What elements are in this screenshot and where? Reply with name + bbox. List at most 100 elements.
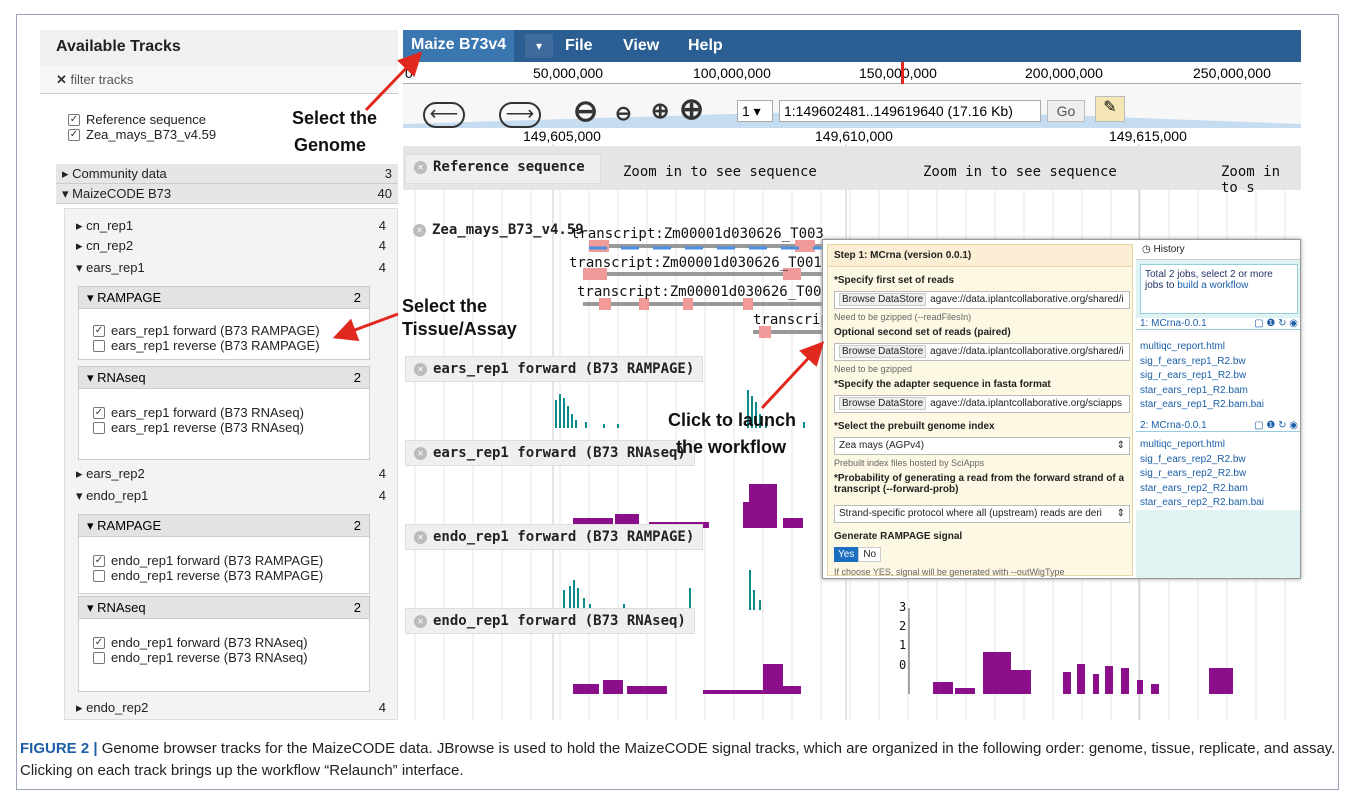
box-header[interactable]: ▾ RAMPAGE 2 — [79, 287, 369, 309]
adapter-input[interactable]: Browse DataStore agave://data.iplantcolla… — [834, 395, 1130, 413]
zoom-out-icon[interactable]: ⊖ — [615, 101, 632, 126]
workflow-step-form: Step 1: MCrna (version 0.0.1) *Specify f… — [827, 244, 1133, 577]
close-icon[interactable]: ✕ — [56, 72, 67, 87]
track-label[interactable]: ✕ Zea_mays_B73_v4.59 — [405, 218, 592, 244]
scale-tick: 149,610,000 — [815, 128, 893, 144]
close-icon: ✕ — [414, 362, 427, 376]
chevron-down-icon[interactable]: ▾ — [525, 34, 553, 58]
signal-bar — [759, 600, 761, 610]
signal-bar — [763, 664, 783, 694]
field-note: Need to be gzipped (--readFilesIn) — [834, 312, 972, 322]
rampage-toggle[interactable]: Yes No — [834, 547, 882, 562]
signal-bar — [1121, 668, 1129, 694]
menu-view[interactable]: View — [623, 37, 659, 55]
track-label[interactable]: ✕ ears_rep1 forward (B73 RNAseq) — [405, 440, 695, 466]
signal-bar — [955, 688, 975, 694]
zoom-out-large-icon[interactable]: ⊖ — [573, 94, 598, 129]
y-tick: 3 — [899, 600, 907, 614]
signal-bar — [783, 518, 803, 528]
ref-seq-select[interactable]: 1 ▾ — [737, 100, 773, 122]
output-file-link[interactable]: multiqc_report.html — [1140, 438, 1264, 453]
signal-bar — [617, 424, 619, 428]
track-label[interactable]: ✕ endo_rep1 forward (B73 RNAseq) — [405, 608, 695, 634]
location-input[interactable]: 1:149602481..149619640 (17.16 Kb) — [779, 100, 1041, 122]
y-tick: 1 — [899, 638, 907, 652]
job-header[interactable]: 1: MCrna-0.0.1 ▢ ❶ ↻ ◉ — [1136, 318, 1300, 330]
signal-bar — [1063, 672, 1071, 694]
no-button[interactable]: No — [858, 547, 882, 562]
track-checkbox[interactable]: ✓ Reference sequence — [68, 112, 216, 127]
signal-bar — [571, 414, 573, 428]
track-checkbox[interactable]: ✓ Zea_mays_B73_v4.59 — [68, 127, 216, 142]
box-header[interactable]: ▾ RAMPAGE 2 — [79, 515, 369, 537]
output-file-link[interactable]: star_ears_rep2_R2.bam — [1140, 482, 1264, 497]
category-community-data[interactable]: ▸ Community data 3 — [56, 164, 398, 184]
output-file-link[interactable]: sig_r_ears_rep2_R2.bw — [1140, 467, 1264, 482]
go-button[interactable]: Go — [1047, 100, 1085, 122]
genome-index-select[interactable]: Zea mays (AGPv4) ⇕ — [834, 437, 1130, 455]
zoom-in-large-icon[interactable]: ⊕ — [679, 92, 704, 127]
field-note: Prebuilt index files hosted by SciApps — [834, 458, 985, 468]
yes-button[interactable]: Yes — [834, 547, 859, 562]
field-label: *Specify the adapter sequence in fasta f… — [834, 379, 1051, 390]
pan-left-icon[interactable]: ⟵ — [423, 102, 465, 128]
output-file-link[interactable]: star_ears_rep1_R2.bam.bai — [1140, 398, 1264, 413]
menu-help[interactable]: Help — [688, 37, 723, 55]
y-tick: 2 — [899, 619, 907, 633]
field-label: *Probability of generating a read from t… — [834, 473, 1125, 495]
output-file-link[interactable]: sig_r_ears_rep1_R2.bw — [1140, 369, 1264, 384]
category-maizecode-b73[interactable]: ▾ MaizeCODE B73 40 — [56, 184, 398, 204]
track-checkbox[interactable]: ✓ endo_rep1 forward (B73 RNAseq) — [93, 635, 308, 650]
track-checkbox[interactable]: endo_rep1 reverse (B73 RNAseq) — [93, 650, 308, 665]
workflow-dialog: Step 1: MCrna (version 0.0.1) *Specify f… — [822, 239, 1301, 579]
genome-title[interactable]: Maize B73v4 — [403, 30, 515, 62]
box-header[interactable]: ▾ RNAseq 2 — [79, 597, 369, 619]
signal-bar — [703, 690, 763, 694]
group-ears-rep1[interactable]: ▾ ears_rep1 4 — [70, 258, 392, 278]
first-reads-input[interactable]: Browse DataStore agave://data.iplantcolla… — [834, 291, 1130, 309]
output-file-link[interactable]: multiqc_report.html — [1140, 340, 1264, 355]
field-note: Need to be gzipped — [834, 364, 913, 374]
output-file-link[interactable]: star_ears_rep2_R2.bam.bai — [1140, 496, 1264, 511]
track-checkbox[interactable]: ears_rep1 reverse (B73 RNAseq) — [93, 420, 304, 435]
second-reads-input[interactable]: Browse DataStore agave://data.iplantcolla… — [834, 343, 1130, 361]
group-cn-rep2[interactable]: ▸ cn_rep2 4 — [70, 236, 392, 256]
output-file-link[interactable]: sig_f_ears_rep1_R2.bw — [1140, 355, 1264, 370]
overview-ruler[interactable]: 0 50,000,000 100,000,000 150,000,000 200… — [403, 62, 1301, 84]
track-checkbox[interactable]: ears_rep1 reverse (B73 RAMPAGE) — [93, 338, 320, 353]
track-checkbox[interactable]: endo_rep1 reverse (B73 RAMPAGE) — [93, 568, 323, 583]
build-workflow-link[interactable]: build a workflow — [1177, 280, 1248, 291]
box-ears-rnaseq: ▾ RNAseq 2 ✓ ears_rep1 forward (B73 RNAseq… — [78, 366, 370, 460]
caption-text: Genome browser tracks for the MaizeCODE … — [20, 740, 1336, 779]
figure-caption: FIGURE 2 | Genome browser tracks for the… — [20, 738, 1340, 782]
output-file-link[interactable]: sig_f_ears_rep2_R2.bw — [1140, 453, 1264, 468]
signal-bar — [749, 484, 777, 528]
signal-bar — [555, 400, 557, 428]
signal-bar — [559, 394, 561, 428]
pan-right-icon[interactable]: ⟶ — [499, 102, 541, 128]
track-checkbox[interactable]: ✓ endo_rep1 forward (B73 RAMPAGE) — [93, 553, 323, 568]
zoom-in-icon[interactable]: ⊕ — [651, 98, 669, 124]
track-checkbox[interactable]: ✓ ears_rep1 forward (B73 RNAseq) — [93, 405, 304, 420]
track-label[interactable]: ✕ endo_rep1 forward (B73 RAMPAGE) — [405, 524, 704, 550]
menu-file[interactable]: File — [565, 37, 593, 55]
overview-tick: 50,000,000 — [533, 65, 604, 81]
filter-tracks-input[interactable]: ✕ filter tracks — [40, 66, 398, 94]
group-ears-rep2[interactable]: ▸ ears_rep2 4 — [70, 464, 392, 484]
forward-prob-select[interactable]: Strand-specific protocol where all (upst… — [834, 505, 1130, 523]
group-endo-rep1[interactable]: ▾ endo_rep1 4 — [70, 486, 392, 506]
signal-bar — [585, 422, 587, 428]
signal-bar — [569, 586, 571, 610]
highlight-icon[interactable]: ✎ — [1095, 96, 1125, 122]
field-label: *Select the prebuilt genome index — [834, 421, 995, 432]
track-label[interactable]: ✕ Reference sequence — [405, 154, 601, 184]
box-header[interactable]: ▾ RNAseq 2 — [79, 367, 369, 389]
job-header[interactable]: 2: MCrna-0.0.1 ▢ ❶ ↻ ◉ — [1136, 420, 1300, 432]
history-panel: ◷ History Total 2 jobs, select 2 or more… — [1136, 240, 1300, 578]
group-cn-rep1[interactable]: ▸ cn_rep1 4 — [70, 216, 392, 236]
track-checkbox[interactable]: ✓ ears_rep1 forward (B73 RAMPAGE) — [93, 323, 320, 338]
group-endo-rep2[interactable]: ▸ endo_rep2 4 — [70, 698, 392, 718]
track-label[interactable]: ✕ ears_rep1 forward (B73 RAMPAGE) — [405, 356, 704, 382]
output-file-link[interactable]: star_ears_rep1_R2.bam — [1140, 384, 1264, 399]
close-icon: ✕ — [414, 530, 427, 544]
